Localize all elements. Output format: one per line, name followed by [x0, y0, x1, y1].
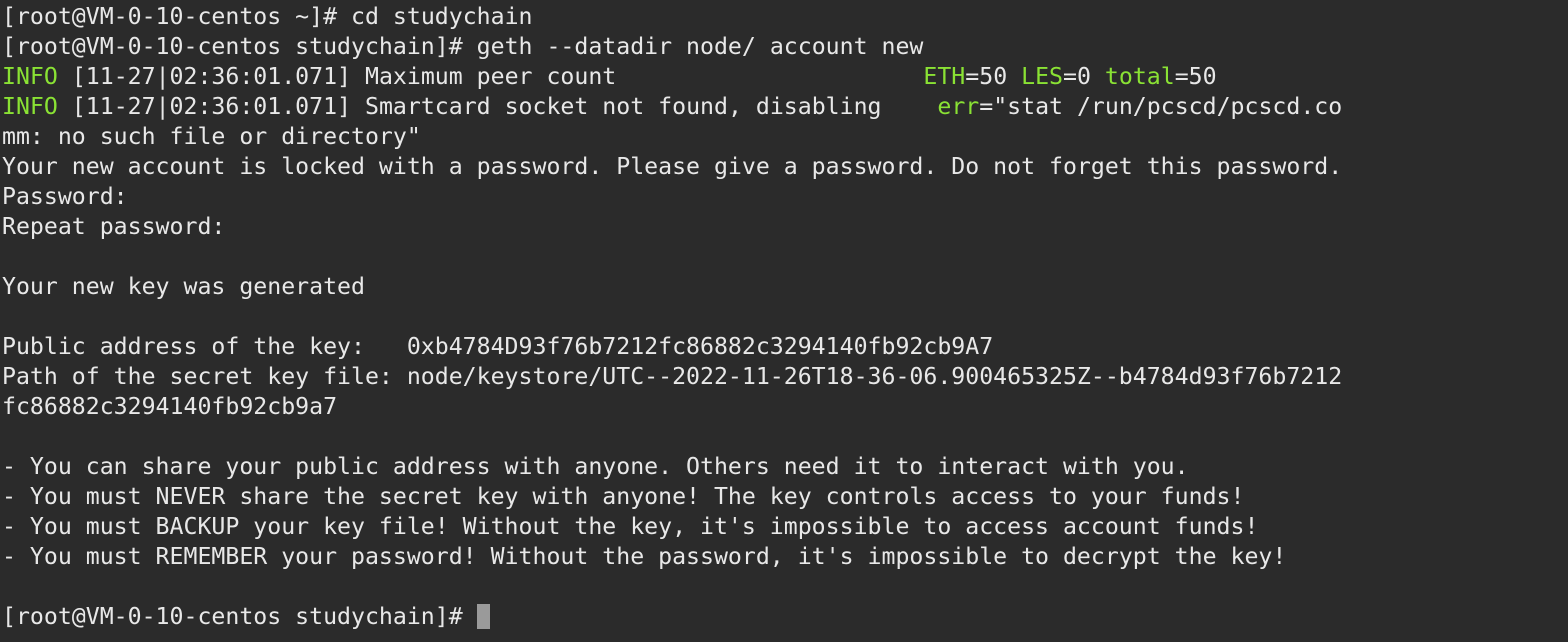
- terminal-text: - You must REMEMBER your password! Witho…: [2, 543, 1287, 570]
- shell-prompt: [root@VM-0-10-centos studychain]#: [2, 603, 477, 630]
- log-field-value: =50: [965, 63, 1022, 90]
- shell-prompt: [root@VM-0-10-centos ~]#: [2, 3, 352, 30]
- terminal-log-line: INFO [11-27|02:36:01.071] Smartcard sock…: [2, 92, 1568, 122]
- terminal-text-line: Password:: [2, 182, 1568, 212]
- terminal-text-line: - You must REMEMBER your password! Witho…: [2, 542, 1568, 572]
- log-message: Smartcard socket not found, disabling: [364, 93, 938, 120]
- shell-command: cd studychain: [351, 3, 533, 30]
- log-spacer: [351, 93, 365, 120]
- log-spacer: [351, 63, 365, 90]
- log-level: INFO: [2, 63, 58, 90]
- terminal-text-line: mm: no such file or directory": [2, 122, 1568, 152]
- terminal-text-line: - You must BACKUP your key file! Without…: [2, 512, 1568, 542]
- log-field-value: =0: [1063, 63, 1105, 90]
- shell-command: geth --datadir node/ account new: [476, 33, 924, 60]
- terminal-text-line: Path of the secret key file: node/keysto…: [2, 362, 1568, 392]
- log-level: INFO: [2, 93, 58, 120]
- terminal-text: mm: no such file or directory": [2, 123, 421, 150]
- terminal-text-line: fc86882c3294140fb92cb9a7: [2, 392, 1568, 422]
- terminal-text: Your new account is locked with a passwo…: [2, 153, 1343, 180]
- terminal-text-line: Repeat password:: [2, 212, 1568, 242]
- log-field-value: =50: [1174, 63, 1217, 90]
- terminal-text-line: - You must NEVER share the secret key wi…: [2, 482, 1568, 512]
- terminal-text: - You must NEVER share the secret key wi…: [2, 483, 1245, 510]
- log-field-key: ETH: [923, 63, 966, 90]
- terminal-text: - You must BACKUP your key file! Without…: [2, 513, 1259, 540]
- terminal-text: Your new key was generated: [2, 273, 365, 300]
- log-timestamp: [11-27|02:36:01.071]: [71, 93, 352, 120]
- log-field-key: total: [1104, 63, 1175, 90]
- terminal-prompt-line: [root@VM-0-10-centos studychain]# geth -…: [2, 32, 1568, 62]
- log-field-key: LES: [1021, 63, 1064, 90]
- terminal-text: fc86882c3294140fb92cb9a7: [2, 393, 338, 420]
- terminal-log-line: INFO [11-27|02:36:01.071] Maximum peer c…: [2, 62, 1568, 92]
- log-spacer: [58, 93, 72, 120]
- terminal-text-line: Public address of the key: 0xb4784D93f76…: [2, 332, 1568, 362]
- terminal-output[interactable]: [root@VM-0-10-centos ~]# cd studychain [r…: [0, 0, 1568, 642]
- terminal-text-line: Your new account is locked with a passwo…: [2, 152, 1568, 182]
- terminal-prompt-line: [root@VM-0-10-centos studychain]#: [2, 602, 1568, 632]
- terminal-text-line: - You can share your public address with…: [2, 452, 1568, 482]
- text-cursor: [476, 604, 490, 629]
- terminal-text: Repeat password:: [2, 213, 226, 240]
- terminal-text: Path of the secret key file: node/keysto…: [2, 363, 1343, 390]
- terminal-text-line: Your new key was generated: [2, 272, 1568, 302]
- log-field-key: err: [937, 93, 980, 120]
- log-spacer: [58, 63, 72, 90]
- terminal-text: Password:: [2, 183, 128, 210]
- terminal-text: Public address of the key: 0xb4784D93f76…: [2, 333, 994, 360]
- log-message: Maximum peer count: [364, 63, 924, 90]
- log-field-value: ="stat /run/pcscd/pcscd.co: [979, 93, 1343, 120]
- shell-prompt: [root@VM-0-10-centos studychain]#: [2, 33, 477, 60]
- terminal-text: - You can share your public address with…: [2, 453, 1189, 480]
- terminal-prompt-line: [root@VM-0-10-centos ~]# cd studychain: [2, 2, 1568, 32]
- log-timestamp: [11-27|02:36:01.071]: [71, 63, 352, 90]
